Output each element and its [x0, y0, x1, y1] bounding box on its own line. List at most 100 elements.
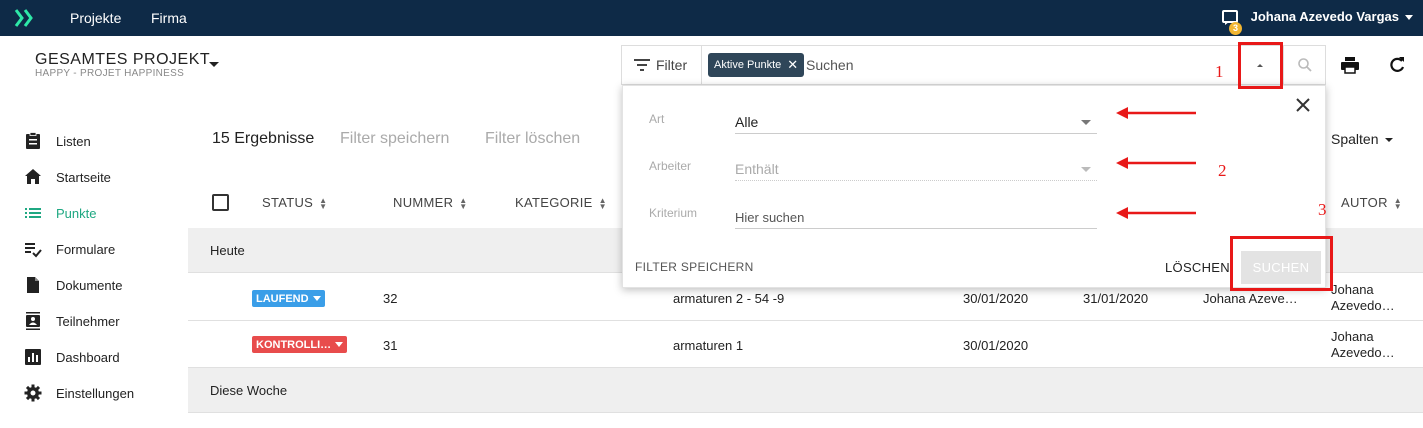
- chip-close-icon[interactable]: ✕: [787, 57, 798, 73]
- sidebar-item-punkte[interactable]: Punkte: [0, 195, 188, 231]
- select-all-checkbox[interactable]: [212, 194, 229, 211]
- gear-icon: [24, 384, 42, 402]
- clipboard-icon: [26, 132, 40, 149]
- field-label-art: Art: [649, 112, 665, 126]
- project-title[interactable]: GESAMTES PROJEKT: [35, 51, 210, 69]
- arbeiter-select[interactable]: Enthält: [735, 155, 1097, 181]
- row-date-due: 31/01/2020: [1083, 291, 1149, 306]
- clear-filter-link[interactable]: Filter löschen: [485, 130, 580, 148]
- columns-button[interactable]: Spalten: [1331, 131, 1394, 147]
- filter-label: Filter: [656, 57, 688, 73]
- sidebar-item-label: Listen: [56, 133, 91, 149]
- active-filter-chip[interactable]: Aktive Punkte ✕: [708, 53, 805, 77]
- sidebar-item-dokumente[interactable]: Dokumente: [0, 267, 188, 303]
- annotation-number-1: 1: [1215, 62, 1224, 81]
- sidebar-item-label: Formulare: [56, 241, 116, 257]
- filter-icon: [634, 59, 650, 71]
- status-badge[interactable]: KONTROLLI…: [252, 336, 348, 353]
- row-author: Johana Azevedo…: [1331, 282, 1395, 314]
- row-date-created: 30/01/2020: [963, 338, 1029, 353]
- sidebar-item-label: Teilnehmer: [56, 313, 120, 329]
- project-subtitle: HAPPY - PROJET HAPPINESS: [35, 68, 185, 79]
- print-icon[interactable]: [1340, 55, 1360, 75]
- sidebar-item-listen[interactable]: Listen: [0, 123, 188, 159]
- user-menu[interactable]: Johana Azevedo Vargas: [1251, 9, 1413, 24]
- contacts-icon: [26, 312, 40, 330]
- art-select[interactable]: Alle: [735, 108, 1097, 134]
- sidebar-item-einstellungen[interactable]: Einstellungen: [0, 375, 188, 411]
- author-line: Azevedo…: [1331, 345, 1395, 360]
- column-header-label: STATUS: [262, 195, 314, 210]
- column-header-status[interactable]: STATUS ▲ ▼: [262, 195, 327, 210]
- sidebar-item-label: Punkte: [56, 205, 97, 221]
- nav-projekte[interactable]: Projekte: [70, 10, 121, 26]
- author-line: Johana: [1331, 329, 1374, 344]
- arrow-left-icon: [1116, 157, 1196, 169]
- row-author: Johana Azevedo…: [1331, 329, 1395, 361]
- search-input[interactable]: [806, 54, 1186, 76]
- caret-down-icon: [1081, 120, 1091, 125]
- column-header-label: KATEGORIE: [515, 195, 593, 210]
- sort-icon: ▲ ▼: [459, 195, 468, 211]
- column-header-nummer[interactable]: NUMMER ▲ ▼: [393, 195, 468, 210]
- row-date-created: 30/01/2020: [963, 291, 1029, 306]
- status-badge[interactable]: LAUFEND: [252, 290, 325, 307]
- checklist-icon: [25, 243, 42, 258]
- caret-down-icon: [1405, 15, 1413, 20]
- author-line: Johana: [1331, 282, 1374, 297]
- save-filter-link[interactable]: Filter speichern: [340, 130, 449, 148]
- columns-label: Spalten: [1331, 131, 1379, 147]
- row-number: 31: [383, 338, 398, 353]
- close-icon[interactable]: [1294, 96, 1312, 114]
- status-label: LAUFEND: [256, 292, 309, 305]
- caret-down-icon: [312, 296, 321, 301]
- column-header-label: NUMMER: [393, 195, 454, 210]
- project-caret-icon[interactable]: [209, 62, 219, 67]
- annotation-box-toggle: [1238, 42, 1283, 89]
- sort-icon: ▲ ▼: [1393, 195, 1402, 211]
- sidebar-item-teilnehmer[interactable]: Teilnehmer: [0, 303, 188, 339]
- search-button[interactable]: [1283, 46, 1325, 84]
- column-header-autor[interactable]: AUTOR ▲ ▼: [1341, 195, 1402, 210]
- filter-panel: Art Alle Arbeiter Enthält Kriterium FILT…: [622, 85, 1326, 288]
- author-line: Azevedo…: [1331, 298, 1395, 313]
- column-header-label: AUTOR: [1341, 195, 1388, 210]
- nav-firma[interactable]: Firma: [151, 10, 187, 26]
- user-name: Johana Azevedo Vargas: [1250, 9, 1399, 24]
- annotation-number-2: 2: [1218, 161, 1227, 180]
- save-filter-button[interactable]: FILTER SPEICHERN: [635, 260, 754, 274]
- clear-button[interactable]: LÖSCHEN: [1165, 260, 1230, 275]
- home-icon: [25, 169, 41, 184]
- results-count: 15 Ergebnisse: [212, 130, 315, 147]
- art-value: Alle: [735, 114, 759, 130]
- sidebar: Listen Startseite Punkte Formulare Dokum…: [0, 95, 188, 428]
- notification-badge: 3: [1229, 22, 1242, 35]
- sidebar-item-startseite[interactable]: Startseite: [0, 159, 188, 195]
- chart-icon: [25, 349, 41, 365]
- sidebar-item-dashboard[interactable]: Dashboard: [0, 339, 188, 375]
- annotation-number-3: 3: [1318, 200, 1327, 219]
- sort-icon: ▲ ▼: [598, 195, 607, 211]
- search-icon: [1297, 58, 1312, 72]
- annotation-box-search: [1230, 236, 1333, 291]
- arrow-left-icon: [1116, 207, 1196, 219]
- row-assignee: Johana Azeve…: [1203, 291, 1298, 306]
- arbeiter-value: Enthält: [735, 161, 779, 177]
- table-row[interactable]: KONTROLLI… 31 armaturen 1 30/01/2020 Joh…: [188, 321, 1423, 368]
- refresh-icon[interactable]: [1387, 55, 1407, 75]
- filter-button[interactable]: Filter: [622, 46, 702, 84]
- field-label-kriterium: Kriterium: [649, 206, 698, 220]
- sidebar-item-formulare[interactable]: Formulare: [0, 231, 188, 267]
- kriterium-input[interactable]: [735, 203, 1097, 229]
- top-bar: Projekte Firma Johana Azevedo Vargas: [0, 0, 1423, 36]
- app-logo-icon[interactable]: [14, 8, 36, 28]
- sort-icon: ▲ ▼: [319, 195, 328, 211]
- caret-down-icon: [1081, 167, 1091, 172]
- caret-down-icon: [335, 342, 344, 347]
- field-label-arbeiter: Arbeiter: [649, 159, 692, 173]
- document-icon: [27, 277, 39, 293]
- list-icon: [25, 208, 41, 218]
- row-number: 32: [383, 291, 398, 306]
- column-header-kategorie[interactable]: KATEGORIE ▲ ▼: [515, 195, 607, 210]
- sidebar-item-label: Dashboard: [56, 349, 120, 365]
